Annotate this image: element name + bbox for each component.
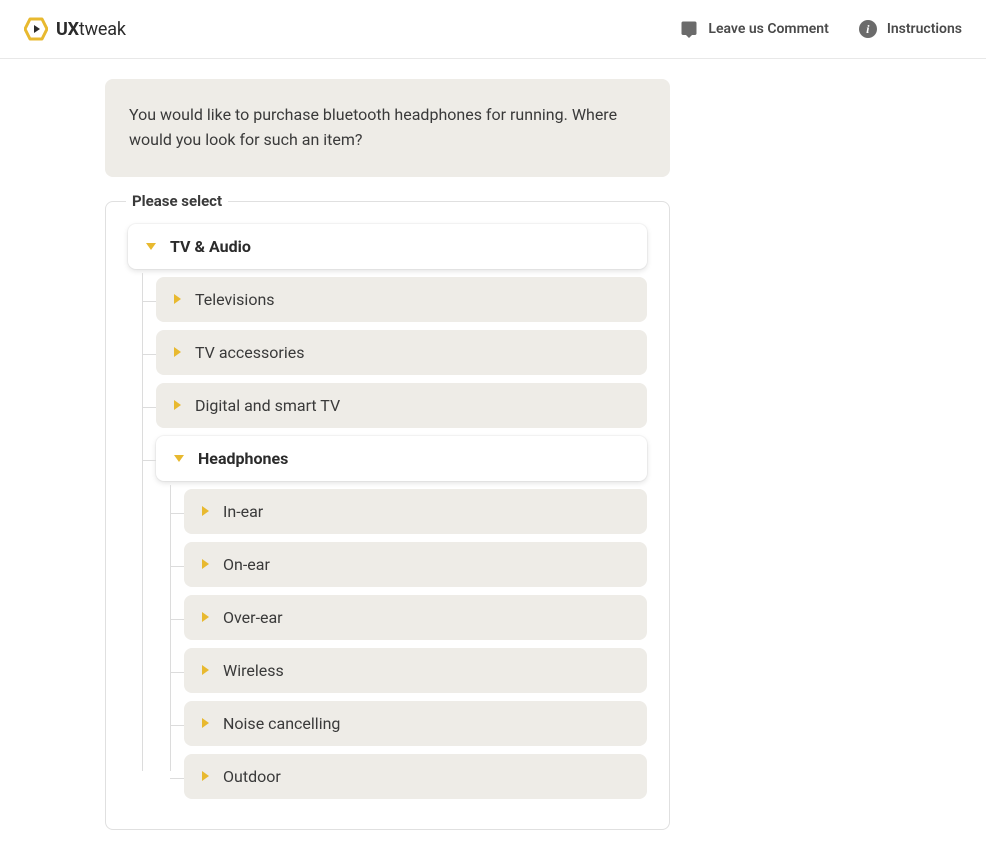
node-label: Outdoor xyxy=(223,767,281,786)
node-televisions[interactable]: Televisions xyxy=(156,277,647,322)
instructions-label: Instructions xyxy=(887,21,962,37)
node-label: Headphones xyxy=(198,449,288,468)
chevron-right-icon xyxy=(174,294,181,304)
leave-comment-link[interactable]: Leave us Comment xyxy=(680,20,828,38)
logo[interactable]: UXtweak xyxy=(24,17,126,41)
node-label: Over-ear xyxy=(223,608,283,627)
chevron-right-icon xyxy=(174,347,181,357)
node-over-ear[interactable]: Over-ear xyxy=(184,595,647,640)
node-tv-accessories[interactable]: TV accessories xyxy=(156,330,647,375)
leave-comment-label: Leave us Comment xyxy=(708,21,828,37)
tree-item-televisions: Televisions xyxy=(156,277,647,322)
main-content: You would like to purchase bluetooth hea… xyxy=(105,59,881,830)
chevron-right-icon xyxy=(202,665,209,675)
task-prompt: You would like to purchase bluetooth hea… xyxy=(105,79,670,177)
header: UXtweak Leave us Comment i Instructions xyxy=(0,0,986,59)
info-icon: i xyxy=(859,20,877,38)
hexagon-icon xyxy=(24,17,48,41)
chevron-right-icon xyxy=(202,559,209,569)
node-tv-audio[interactable]: TV & Audio xyxy=(128,224,647,269)
tree-item-outdoor: Outdoor xyxy=(184,754,647,799)
node-headphones[interactable]: Headphones xyxy=(156,436,647,481)
node-digital-smart-tv[interactable]: Digital and smart TV xyxy=(156,383,647,428)
node-on-ear[interactable]: On-ear xyxy=(184,542,647,587)
tree-item-tv-audio: TV & Audio Televisions TV accessories xyxy=(128,224,647,799)
node-wireless[interactable]: Wireless xyxy=(184,648,647,693)
chevron-right-icon xyxy=(202,718,209,728)
chevron-right-icon xyxy=(202,506,209,516)
chevron-down-icon xyxy=(174,455,184,462)
selection-fieldset: Please select TV & Audio Televisions xyxy=(105,201,670,830)
tree-item-noise-cancelling: Noise cancelling xyxy=(184,701,647,746)
tree-item-over-ear: Over-ear xyxy=(184,595,647,640)
tree-item-in-ear: In-ear xyxy=(184,489,647,534)
chevron-right-icon xyxy=(202,612,209,622)
tree-item-on-ear: On-ear xyxy=(184,542,647,587)
node-noise-cancelling[interactable]: Noise cancelling xyxy=(184,701,647,746)
node-outdoor[interactable]: Outdoor xyxy=(184,754,647,799)
node-label: Wireless xyxy=(223,661,284,680)
brand-name: UXtweak xyxy=(56,19,126,40)
headphones-children: In-ear On-ear xyxy=(156,489,647,799)
category-tree: TV & Audio Televisions TV accessories xyxy=(128,224,647,799)
node-label: Noise cancelling xyxy=(223,714,340,733)
tree-item-tv-accessories: TV accessories xyxy=(156,330,647,375)
node-label: Televisions xyxy=(195,290,275,309)
node-label: Digital and smart TV xyxy=(195,396,340,415)
node-label: TV accessories xyxy=(195,343,304,362)
node-in-ear[interactable]: In-ear xyxy=(184,489,647,534)
tv-audio-children: Televisions TV accessories Digital and s… xyxy=(128,277,647,799)
node-label: In-ear xyxy=(223,502,263,521)
instructions-link[interactable]: i Instructions xyxy=(859,20,962,38)
chevron-down-icon xyxy=(146,243,156,250)
fieldset-label: Please select xyxy=(126,192,228,210)
chevron-right-icon xyxy=(174,400,181,410)
tree-item-digital-smart-tv: Digital and smart TV xyxy=(156,383,647,428)
tree-item-wireless: Wireless xyxy=(184,648,647,693)
node-label: On-ear xyxy=(223,555,270,574)
node-label: TV & Audio xyxy=(170,237,251,256)
comment-icon xyxy=(680,20,698,38)
chevron-right-icon xyxy=(202,771,209,781)
tree-item-headphones: Headphones In-ear xyxy=(156,436,647,799)
